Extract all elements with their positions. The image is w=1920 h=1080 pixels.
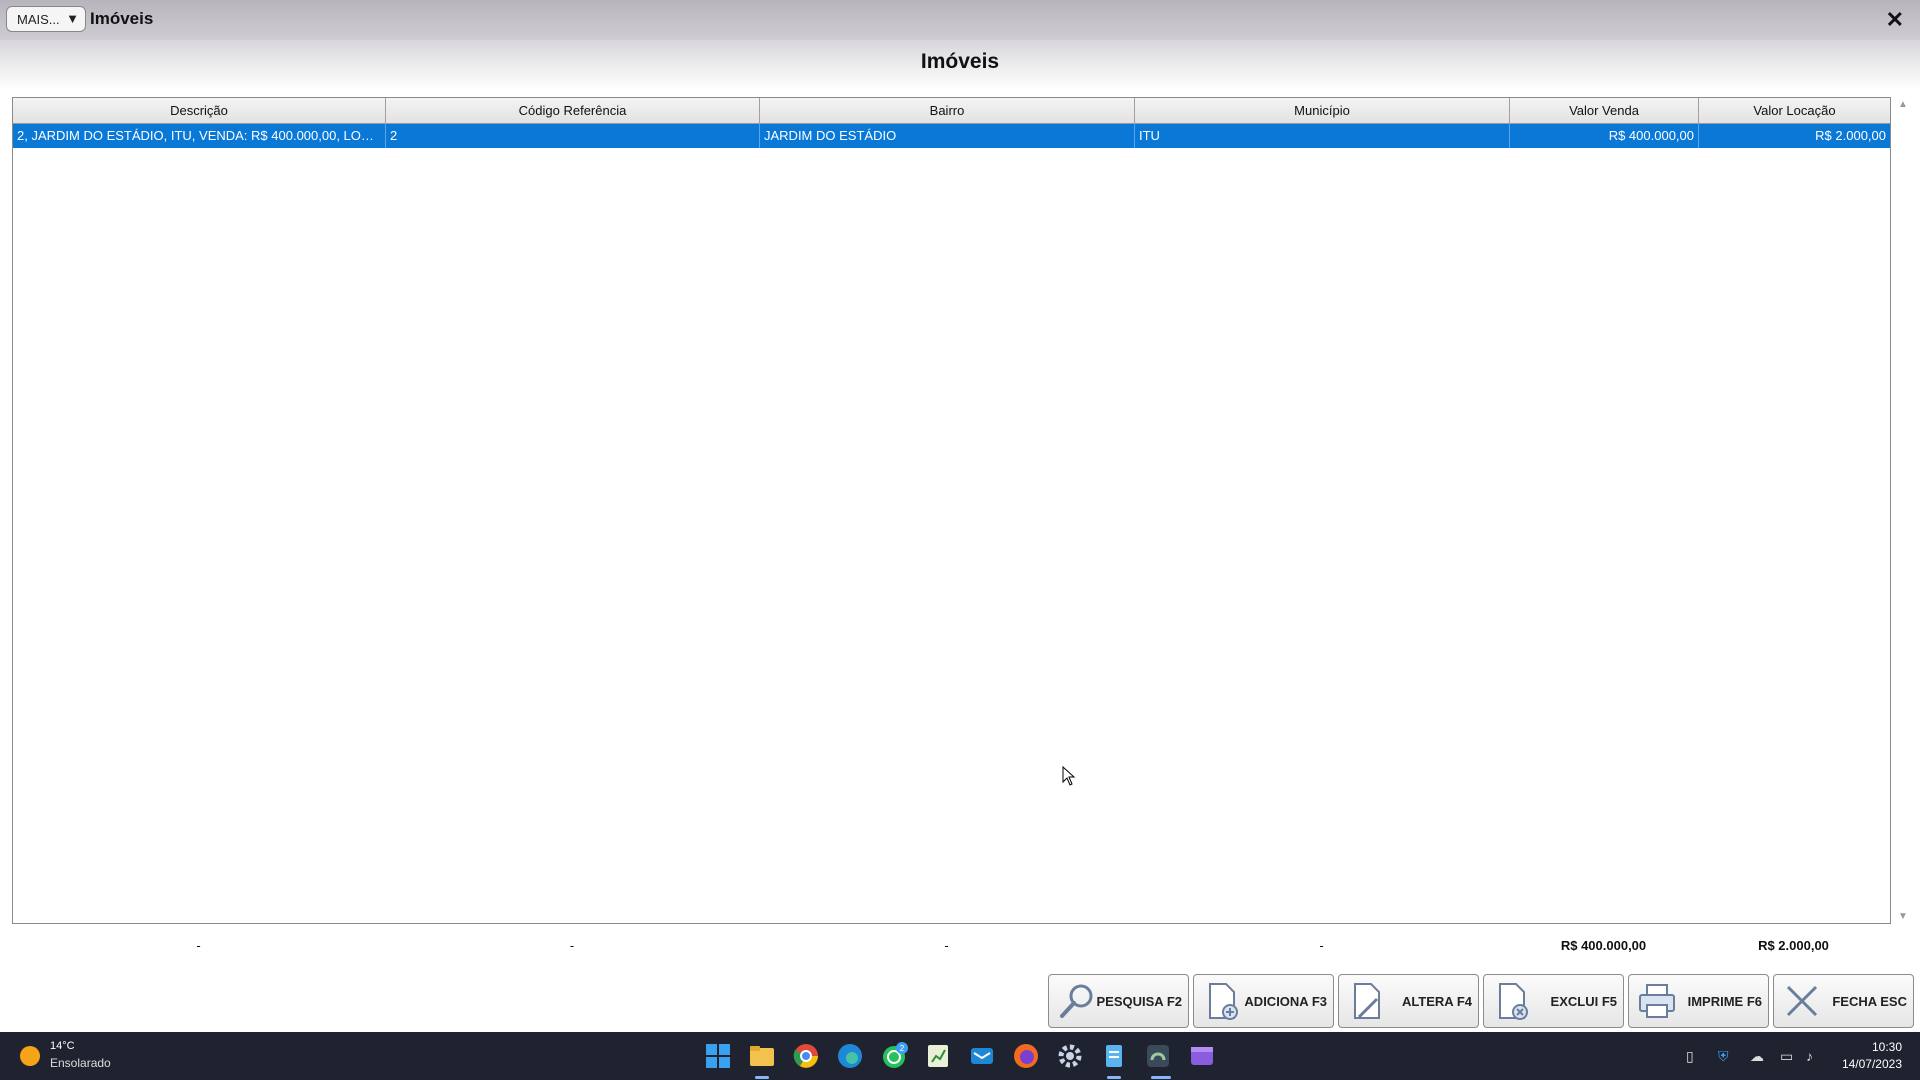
notepad-indicator <box>1107 1076 1121 1079</box>
cell-descricao: 2, JARDIM DO ESTÁDIO, ITU, VENDA: R$ 400… <box>13 124 386 148</box>
edit-button[interactable]: ALTERA F4 <box>1338 974 1479 1028</box>
printer-icon <box>1639 984 1675 1018</box>
column-header-descricao[interactable]: Descrição <box>13 98 386 124</box>
title-bar: MAIS... ▼ Imóveis ✕ <box>0 0 1920 40</box>
total-municipio: - <box>1319 938 1324 953</box>
cell-valor-locacao: R$ 2.000,00 <box>1815 128 1886 143</box>
volume-icon[interactable]: ♪ <box>1806 1048 1813 1064</box>
firefox-icon[interactable] <box>1012 1042 1040 1070</box>
table-row[interactable]: 2, JARDIM DO ESTÁDIO, ITU, VENDA: R$ 400… <box>13 124 1890 148</box>
total-codigo: - <box>569 938 575 953</box>
weather-description[interactable]: Ensolarado <box>50 1056 111 1070</box>
windows-start-icon[interactable] <box>704 1042 732 1070</box>
properties-grid[interactable]: Descrição Código Referência Bairro Munic… <box>12 97 1891 924</box>
cloud-icon[interactable]: ☁ <box>1750 1048 1764 1065</box>
total-bairro: - <box>944 938 949 953</box>
edge-icon[interactable] <box>836 1042 864 1070</box>
column-header-codigo[interactable]: Código Referência <box>386 98 760 124</box>
grid-header: Descrição Código Referência Bairro Munic… <box>13 98 1890 124</box>
active-app-indicator <box>1151 1076 1171 1079</box>
main-window: MAIS... ▼ Imóveis ✕ Imóveis Descrição Có… <box>0 0 1920 1032</box>
dropdown-arrow-icon: ▼ <box>66 11 79 26</box>
vertical-scrollbar[interactable]: ▲ ▼ <box>1893 97 1913 924</box>
add-document-icon <box>1209 983 1238 1020</box>
add-button-label: ADICIONA F3 <box>1244 994 1327 1009</box>
real-estate-app-icon[interactable] <box>1144 1042 1172 1070</box>
total-valor-venda: R$ 400.000,00 <box>1560 938 1647 953</box>
cell-codigo: 2 <box>386 124 760 148</box>
spreadsheet-app-icon[interactable] <box>924 1042 952 1070</box>
scroll-down-icon[interactable]: ▼ <box>1898 911 1908 922</box>
mouse-cursor-icon <box>1062 766 1076 786</box>
usb-icon[interactable]: ▯ <box>1686 1048 1694 1065</box>
total-descricao: - <box>196 938 201 953</box>
print-button[interactable]: IMPRIME F6 <box>1628 974 1769 1028</box>
add-button[interactable]: ADICIONA F3 <box>1193 974 1334 1028</box>
delete-document-icon <box>1499 983 1528 1020</box>
print-button-label: IMPRIME F6 <box>1687 994 1762 1009</box>
search-button[interactable]: PESQUISA F2 <box>1048 974 1189 1028</box>
media-app-icon[interactable] <box>1188 1042 1216 1070</box>
search-icon <box>1060 984 1093 1018</box>
column-header-valor-venda[interactable]: Valor Venda <box>1510 98 1699 124</box>
close-button[interactable]: FECHA ESC <box>1773 974 1914 1028</box>
system-clock[interactable]: 10:30 14/07/2023 <box>1842 1039 1902 1073</box>
whatsapp-badge: 2 <box>900 1044 905 1053</box>
notepad-icon[interactable] <box>1100 1042 1128 1070</box>
chrome-icon[interactable] <box>792 1042 820 1070</box>
close-button-label: FECHA ESC <box>1832 994 1907 1009</box>
more-menu-label: MAIS... <box>17 11 60 27</box>
weather-temperature[interactable]: 14°C <box>50 1040 75 1052</box>
security-shield-icon[interactable]: ⛨ <box>1718 1048 1729 1065</box>
cell-valor-venda: R$ 400.000,00 <box>1510 124 1699 148</box>
window-close-button[interactable]: ✕ <box>1886 7 1904 33</box>
cell-municipio: ITU <box>1135 124 1510 148</box>
window-title: Imóveis <box>90 9 154 28</box>
cell-bairro: JARDIM DO ESTÁDIO <box>760 124 1135 148</box>
column-header-valor-locacao[interactable]: Valor Locação <box>1699 98 1890 124</box>
settings-gear-icon[interactable] <box>1056 1042 1084 1070</box>
clock-time: 10:30 <box>1871 1040 1902 1054</box>
edit-document-icon <box>1354 983 1380 1019</box>
network-icon[interactable]: ▭ <box>1780 1048 1793 1065</box>
file-explorer-indicator <box>755 1076 769 1079</box>
total-valor-locacao: R$ 2.000,00 <box>1758 938 1829 953</box>
sun-icon[interactable] <box>20 1046 40 1066</box>
search-button-label: PESQUISA F2 <box>1096 994 1182 1009</box>
mail-app-icon[interactable] <box>968 1042 996 1070</box>
edit-button-label: ALTERA F4 <box>1401 994 1472 1009</box>
more-menu-button[interactable]: MAIS... ▼ <box>6 6 86 32</box>
clock-date: 14/07/2023 <box>1841 1057 1902 1071</box>
delete-button[interactable]: EXCLUI F5 <box>1483 974 1624 1028</box>
whatsapp-icon[interactable]: 2 <box>880 1042 908 1070</box>
column-header-municipio[interactable]: Município <box>1135 98 1510 124</box>
file-explorer-icon[interactable] <box>748 1042 776 1070</box>
scroll-up-icon[interactable]: ▲ <box>1898 99 1908 110</box>
page-title: Imóveis <box>920 50 1000 73</box>
close-icon <box>1786 985 1818 1017</box>
column-header-bairro[interactable]: Bairro <box>760 98 1135 124</box>
delete-button-label: EXCLUI F5 <box>1550 994 1617 1009</box>
taskbar: 14°C Ensolarado 2 ▯ ⛨ ☁ ▭ ♪ 10:30 14/07/… <box>0 1032 1920 1080</box>
